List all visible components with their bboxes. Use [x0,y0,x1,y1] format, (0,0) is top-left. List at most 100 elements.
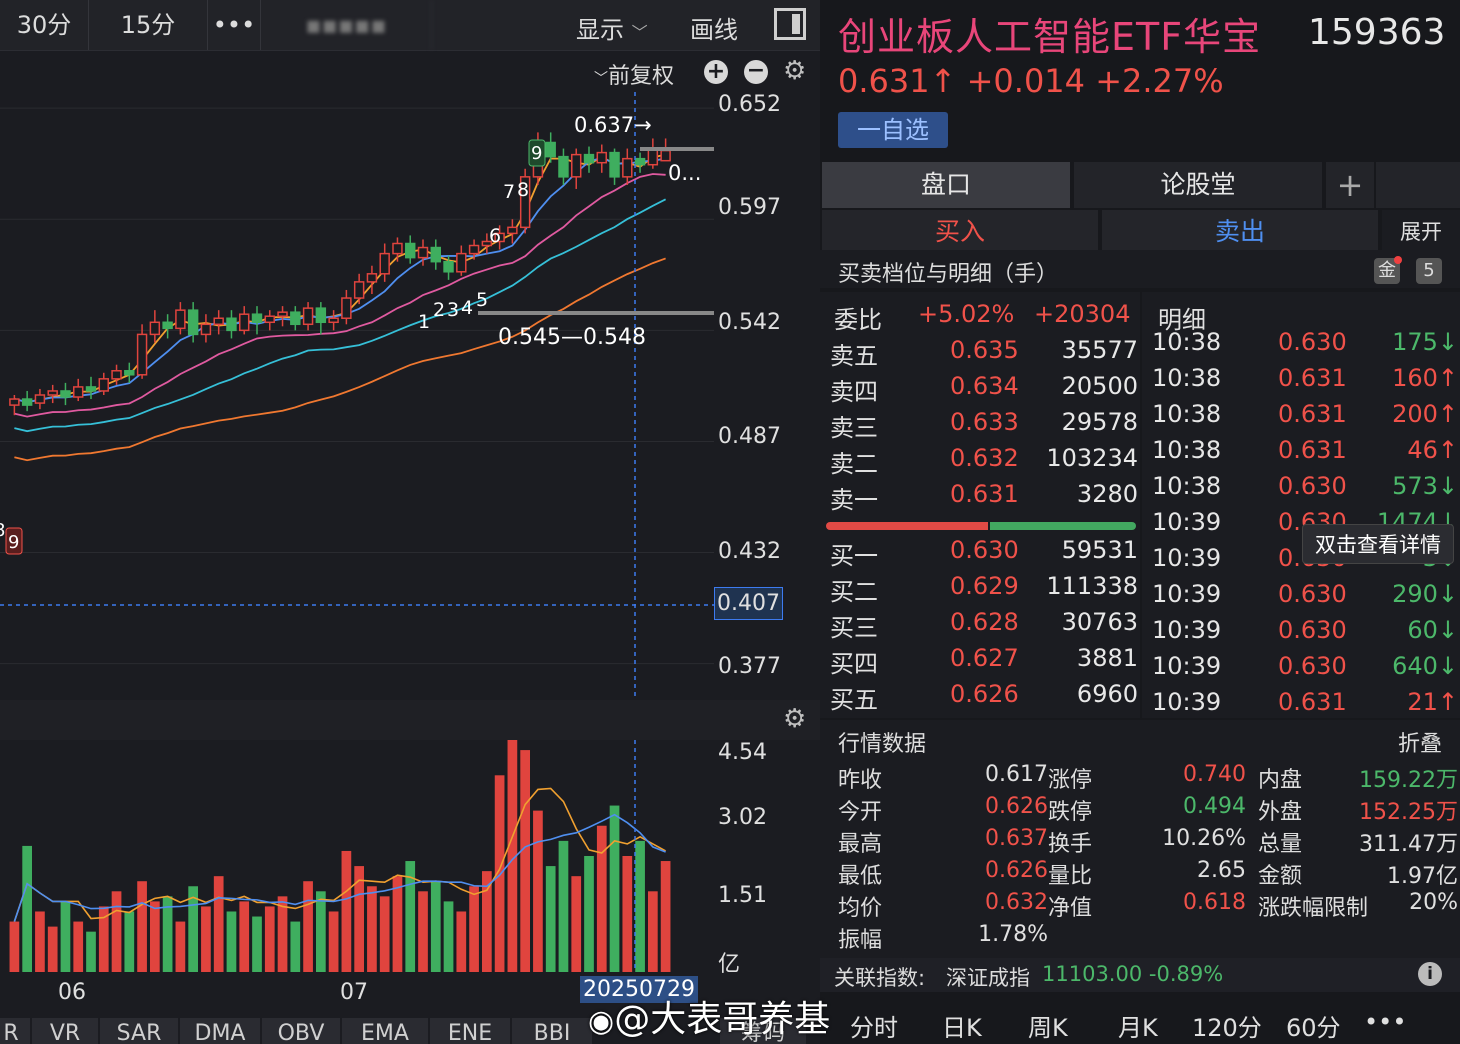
indicator-tab[interactable]: ENE [430,1018,512,1044]
more-periods-button[interactable]: ••• [208,0,261,50]
candle-body [353,281,365,299]
tick-time: 10:39 [1152,544,1222,572]
tick-row: 10:38 0.631 200↑ [1150,400,1460,436]
tick-time: 10:38 [1152,400,1222,428]
panel-toggle-icon[interactable] [774,8,806,40]
stat-key: 最低 [838,864,883,889]
orderbook-row[interactable]: 卖四 0.634 20500 [820,372,1138,408]
volume-bar [443,901,454,972]
zoom-in-icon[interactable]: + [704,60,728,84]
index-value: 11103.00 -0.89% [1042,962,1224,986]
orderbook-row[interactable]: 卖二 0.632 103234 [820,444,1138,480]
watermark: ◉@大表哥养基 [588,990,830,1042]
candle-body [175,309,186,330]
level-price: 0.634 [950,372,1019,400]
orderbook-row[interactable]: 买一 0.630 59531 [820,536,1138,572]
candle-body [136,333,148,376]
candle-body [379,252,390,275]
candle-body [162,321,173,330]
level-volume: 30763 [1061,608,1138,636]
period-tab[interactable]: 60分 [1286,1008,1341,1043]
depth-badge[interactable]: 5 [1416,258,1442,284]
zoom-out-icon[interactable]: − [744,60,768,84]
candle-body [315,307,327,324]
tick-row: 10:39 0.630 290↓ [1150,580,1460,616]
ma-line [14,257,666,462]
seq-9-low: 9 [8,532,19,553]
seq-1: 1 [418,311,430,333]
expand-button[interactable]: 展开 [1382,210,1460,250]
add-watchlist-button[interactable]: 一自选 [838,112,948,148]
fold-button[interactable]: 折叠 [1398,726,1442,758]
period-tab[interactable]: 日K [942,1008,982,1043]
tab-forum[interactable]: 论股堂 [1074,162,1322,208]
tick-price: 0.630 [1278,652,1347,680]
volume-bar [303,881,313,972]
period-30min-button[interactable]: 30分 [0,0,89,50]
orderbook-row[interactable]: 买四 0.627 3881 [820,644,1138,680]
vol-label: 4.54 [718,740,767,765]
draw-line-button[interactable]: 画线 [690,10,738,45]
candle-body [583,153,595,164]
indicator-tab[interactable]: VR [32,1018,100,1044]
candle-body [213,317,224,326]
tick-time: 10:38 [1152,436,1222,464]
period-tab[interactable]: 周K [1028,1008,1068,1043]
candle-body [405,242,416,259]
candle-body [200,323,212,336]
candle-body [430,246,441,263]
candle-body [34,394,46,404]
orderbook-row[interactable]: 买三 0.628 30763 [820,608,1138,644]
orderbook-row[interactable]: 卖三 0.633 29578 [820,408,1138,444]
period-tab[interactable]: 月K [1118,1008,1158,1043]
stock-name: 创业板人工智能ETF华宝 [838,15,1262,59]
volume-bar [226,911,237,972]
orderbook-row[interactable]: 买五 0.626 6960 [820,680,1138,716]
gear-icon[interactable]: ⚙ [783,56,806,86]
candle-body [73,386,84,398]
gold-icon[interactable]: 金 [1374,256,1402,284]
level-label: 买五 [830,686,878,714]
tick-volume: 640↓ [1392,652,1458,680]
adjust-dropdown[interactable]: ﹀前复权 [594,58,674,90]
stat-value: 0.626 [985,858,1048,883]
vol-label: 3.02 [718,805,767,830]
volume-bar [635,840,645,972]
period-tab[interactable]: 分时 [850,1008,898,1043]
volume-bar [469,886,479,972]
info-icon[interactable]: i [1418,962,1442,986]
seq-2: 2 [433,299,445,321]
add-tab-button[interactable]: + [1326,162,1374,208]
volume-bar [622,856,633,972]
index-name[interactable]: 深证成指 [946,962,1030,992]
orderbook-row[interactable]: 卖五 0.635 35577 [820,336,1138,372]
orderbook-row[interactable]: 卖一 0.631 3280 [820,480,1138,516]
x-label: 07 [340,980,368,1005]
adjust-label: 前复权 [608,64,675,89]
display-menu-button[interactable]: 显示 ﹀ [576,10,648,45]
sell-button[interactable]: 卖出 [1102,210,1378,250]
high-label: 0.637→ [574,113,652,137]
buy-button[interactable]: 买入 [822,210,1098,250]
indicator-tab[interactable]: R [0,1018,32,1044]
indicator-tab[interactable]: EMA [342,1018,430,1044]
tab-pankou[interactable]: 盘口 [822,162,1070,208]
volume-bar [264,906,275,972]
indicator-tab[interactable]: BBI [512,1018,594,1044]
candle-body [277,311,288,317]
candle-body [251,313,263,324]
orderbook-row[interactable]: 买二 0.629 111338 [820,572,1138,608]
gear-icon[interactable]: ⚙ [783,704,806,734]
stat-value: 0.637 [985,826,1048,851]
period-tab[interactable]: 120分 [1192,1008,1262,1043]
indicator-tab[interactable]: OBV [262,1018,342,1044]
indicator-tab[interactable]: SAR [100,1018,180,1044]
indicator-tab[interactable]: DMA [180,1018,262,1044]
candlestick-chart: 0.637→ 0... 0.545—0.548 1 2 3 4 5 6 7 8 … [0,92,714,698]
period-15min-button[interactable]: 15分 [89,0,208,50]
volume-bar [520,750,531,972]
volume-bar [201,906,211,972]
more-periods-button[interactable]: ••• [1364,1008,1406,1036]
stat-value: 1.97亿 [1387,864,1458,889]
stat-key: 外盘 [1258,800,1303,825]
